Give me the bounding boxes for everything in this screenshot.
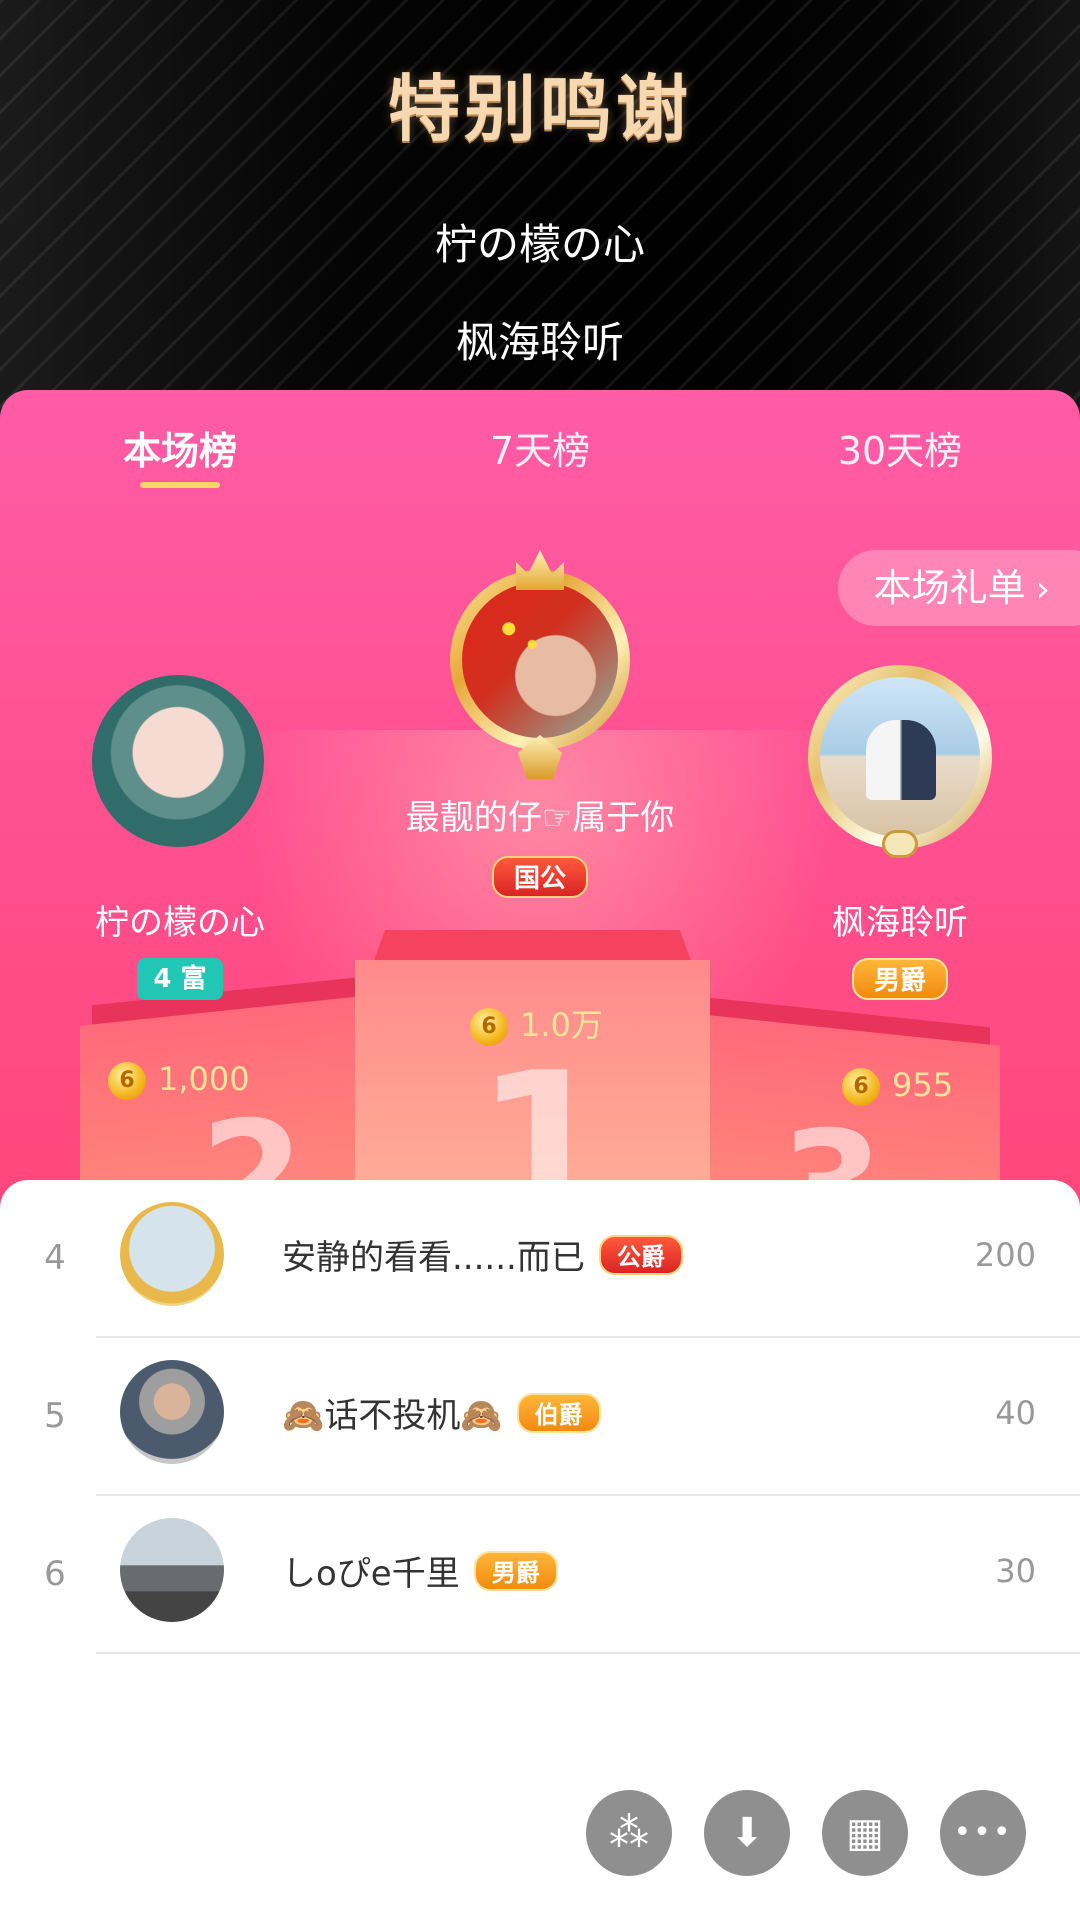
- contribution-value: 200: [974, 1236, 1036, 1274]
- noble-rank-badge: 公爵: [598, 1234, 683, 1275]
- gift-list-button[interactable]: 本场礼单 ›: [837, 550, 1080, 626]
- list-item[interactable]: 6 しoぴe千里 男爵 30: [0, 1496, 1080, 1654]
- noble-rank-badge: 男爵: [473, 1550, 558, 1591]
- rank-number: 6: [44, 1554, 66, 1594]
- tab-this-session[interactable]: 本场榜: [50, 420, 310, 488]
- grid-icon: ▦: [846, 1810, 884, 1856]
- score-value: 1,000: [158, 1060, 250, 1098]
- tab-30-days[interactable]: 30天榜: [770, 420, 1030, 475]
- second-place-avatar[interactable]: [92, 675, 264, 847]
- grid-button[interactable]: ▦: [822, 1790, 908, 1876]
- second-place-name: 柠の檬の心: [95, 903, 265, 943]
- more-icon: •••: [953, 1815, 1013, 1850]
- avatar[interactable]: [120, 1518, 224, 1622]
- credit-line: 柠の檬の心: [434, 220, 645, 269]
- gift-list-label: 本场礼单: [873, 566, 1026, 610]
- avatar[interactable]: [120, 1360, 224, 1464]
- crown-icon: [516, 550, 564, 590]
- tab-label: 本场榜: [122, 429, 237, 473]
- tab-label: 7天榜: [489, 429, 591, 473]
- avatar[interactable]: [120, 1202, 224, 1306]
- third-place-score: 6 955: [842, 1066, 953, 1106]
- user-name: 🙈话不投机🙈 伯爵: [282, 1388, 601, 1437]
- user-name: 安静的看看......而已 公爵: [282, 1230, 683, 1279]
- noble-rank-badge: 男爵: [852, 958, 948, 1000]
- noble-rank-badge: 伯爵: [516, 1392, 601, 1433]
- tab-label: 30天榜: [837, 429, 963, 473]
- list-item[interactable]: 5 🙈话不投机🙈 伯爵 40: [0, 1338, 1080, 1496]
- first-place-avatar[interactable]: [462, 582, 618, 738]
- wealth-level-badge: 4 富: [137, 958, 223, 1000]
- user-name: しoぴe千里 男爵: [282, 1546, 558, 1595]
- frame-gem-icon: [882, 830, 918, 858]
- sparkle-icon: ⁂: [609, 1810, 649, 1856]
- rank-number: 5: [44, 1396, 66, 1436]
- credits-list: 柠の檬の心 枫海聆听: [0, 170, 1080, 392]
- coin-icon: 6: [842, 1068, 880, 1106]
- more-button[interactable]: •••: [940, 1790, 1026, 1876]
- user-name-text: 🙈话不投机🙈: [282, 1396, 503, 1436]
- tab-7-days[interactable]: 7天榜: [410, 420, 670, 475]
- contribution-value: 40: [995, 1394, 1036, 1432]
- first-place-name: 最靓的仔☞属于你: [405, 798, 675, 838]
- divider: [96, 1652, 1080, 1654]
- special-thanks-section: 特别鸣谢 柠の檬の心 枫海聆听: [0, 0, 1080, 420]
- credit-partial-line: [360, 170, 720, 196]
- noble-rank-badge: 国公: [492, 856, 588, 898]
- coin-icon: 6: [108, 1062, 146, 1100]
- contribution-value: 30: [995, 1552, 1036, 1590]
- ranking-list: 4 安静的看看......而已 公爵 200 5 🙈话不投机🙈 伯爵 40 6 …: [0, 1180, 1080, 1920]
- score-value: 1.0万: [520, 1006, 603, 1044]
- credit-line: 枫海聆听: [455, 318, 624, 367]
- coin-icon: 6: [470, 1008, 508, 1046]
- ranking-tabs: 本场榜 7天榜 30天榜: [0, 420, 1080, 500]
- user-name-text: しoぴe千里: [282, 1554, 460, 1594]
- list-item[interactable]: 4 安静的看看......而已 公爵 200: [0, 1180, 1080, 1338]
- active-tab-indicator: [140, 482, 220, 488]
- rank-number: 4: [44, 1238, 66, 1278]
- user-name-text: 安静的看看......而已: [282, 1238, 585, 1278]
- chevron-right-icon: ›: [1035, 569, 1050, 610]
- special-thanks-title: 特别鸣谢: [387, 67, 692, 151]
- download-button[interactable]: ⬇: [704, 1790, 790, 1876]
- third-place-name: 枫海聆听: [832, 903, 968, 943]
- avatar-photo-figures: [866, 720, 936, 800]
- second-place-score: 6 1,000: [108, 1060, 250, 1100]
- download-icon: ⬇: [730, 1810, 764, 1856]
- first-place-score: 6 1.0万: [470, 1000, 603, 1046]
- score-value: 955: [892, 1066, 954, 1104]
- sparkle-button[interactable]: ⁂: [586, 1790, 672, 1876]
